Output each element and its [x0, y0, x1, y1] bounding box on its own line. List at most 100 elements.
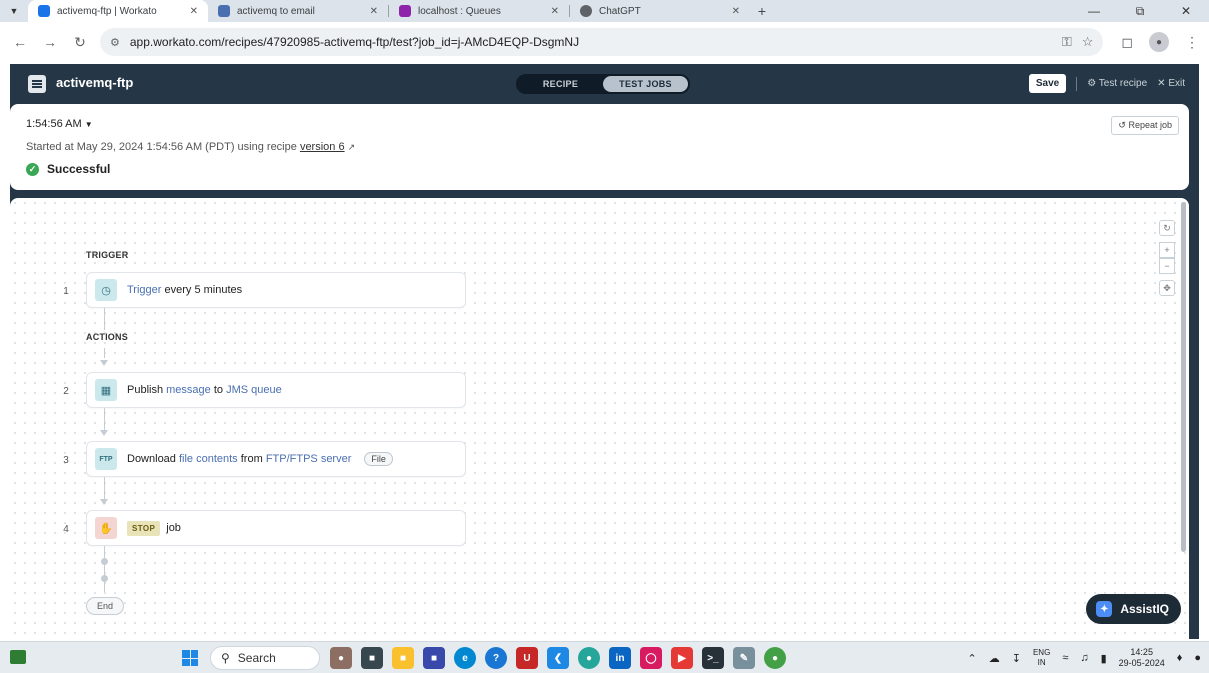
chevron-up-icon[interactable]: ⌃	[968, 652, 977, 665]
profile-avatar[interactable]: ●	[1149, 32, 1169, 52]
search-icon: ⚲	[221, 651, 230, 665]
notepad-icon[interactable]: ✎	[733, 647, 755, 669]
step-stop-job[interactable]: ✋ STOP job	[86, 510, 466, 546]
reset-view-icon[interactable]: ↻	[1159, 220, 1175, 236]
extensions-icon[interactable]: ◻	[1121, 34, 1133, 51]
zoom-out-icon[interactable]: −	[1159, 258, 1175, 274]
browser-menu-icon[interactable]: ⋮	[1185, 34, 1199, 51]
connector-line	[104, 477, 105, 499]
tab-localhost-queues[interactable]: localhost : Queues ✕	[389, 0, 569, 22]
step-publish-jms[interactable]: ▦ Publish message to JMS queue	[86, 372, 466, 408]
browser-tab-strip: ▼ activemq-ftp | Workato ✕ activemq to e…	[0, 0, 1209, 22]
address-bar[interactable]: ⚙ app.workato.com/recipes/47920985-activ…	[100, 28, 1104, 56]
help-icon[interactable]: ?	[485, 647, 507, 669]
tab-test-jobs[interactable]: TEST JOBS	[603, 76, 688, 92]
task-view-icon[interactable]: ■	[361, 647, 383, 669]
vscode-icon[interactable]: ❮	[547, 647, 569, 669]
save-button[interactable]: Save	[1028, 74, 1067, 93]
linkedin-icon[interactable]: in	[609, 647, 631, 669]
close-tab-icon[interactable]: ✕	[732, 6, 740, 17]
battery-icon[interactable]: ▮	[1101, 652, 1107, 665]
volume-icon[interactable]: ♫	[1080, 652, 1088, 664]
terminal-icon[interactable]: >_	[702, 647, 724, 669]
assistiq-button[interactable]: ✦ AssistIQ	[1086, 594, 1181, 624]
ftp-icon: FTP	[95, 448, 117, 470]
job-summary-card: 1:54:56 AM ▼ Started at May 29, 2024 1:5…	[10, 104, 1189, 190]
repeat-job-button[interactable]: ↺ Repeat job	[1111, 116, 1179, 135]
usb-icon[interactable]: ↧	[1012, 652, 1021, 665]
trigger-section-label: TRIGGER	[86, 250, 129, 260]
new-tab-icon[interactable]: +	[750, 0, 774, 22]
step-text: Download file contents from FTP/FTPS ser…	[127, 453, 352, 465]
file-datatype-pill: File	[364, 452, 393, 466]
test-recipe-button[interactable]: ⚙ Test recipe	[1087, 78, 1147, 89]
reload-icon[interactable]: ↻	[70, 32, 90, 52]
exit-button[interactable]: ✕ Exit	[1157, 78, 1185, 89]
started-prefix: Started at May 29, 2024 1:54:56 AM (PDT)…	[26, 141, 297, 153]
step-number: 4	[63, 524, 69, 535]
youtube-icon[interactable]: ▶	[671, 647, 693, 669]
tab-activemq-email[interactable]: activemq to email ✕	[208, 0, 388, 22]
copilot-tray-icon[interactable]: ●	[1194, 652, 1201, 664]
job-time-selector[interactable]: 1:54:56 AM ▼	[26, 118, 93, 130]
bookmark-star-icon[interactable]: ☆	[1082, 34, 1094, 50]
close-icon: ✕	[1157, 78, 1166, 89]
password-key-icon[interactable]: ⚿	[1062, 34, 1072, 50]
clock[interactable]: 14:25 29-05-2024	[1119, 647, 1165, 669]
external-link-icon[interactable]: ↗	[348, 142, 356, 152]
exit-label: Exit	[1168, 78, 1185, 89]
otter-app-icon[interactable]: ●	[330, 647, 352, 669]
minimize-icon[interactable]: —	[1071, 0, 1117, 22]
window-controls: — ⧉ ✕	[1071, 0, 1209, 22]
workato-favicon-icon	[218, 5, 230, 17]
forward-arrow-icon[interactable]: →	[40, 32, 60, 52]
instagram-icon[interactable]: ◯	[640, 647, 662, 669]
step-trigger[interactable]: ◷ Trigger every 5 minutes	[86, 272, 466, 308]
copilot-icon[interactable]: ●	[578, 647, 600, 669]
file-explorer-icon[interactable]: ■	[392, 647, 414, 669]
tab-title: activemq to email	[237, 5, 315, 17]
connector-line	[104, 308, 105, 330]
sparkle-icon: ✦	[1096, 601, 1113, 617]
chrome-icon[interactable]: ●	[764, 647, 786, 669]
wifi-icon[interactable]: ≈	[1062, 652, 1068, 664]
close-tab-icon[interactable]: ✕	[370, 6, 378, 17]
language-indicator[interactable]: ENG IN	[1033, 648, 1050, 668]
url-text[interactable]: app.workato.com/recipes/47920985-activem…	[130, 35, 1052, 49]
restore-icon[interactable]: ⧉	[1117, 0, 1163, 22]
connector-line	[104, 546, 105, 592]
close-tab-icon[interactable]: ✕	[551, 6, 559, 17]
edge-icon[interactable]: e	[454, 647, 476, 669]
assistiq-label: AssistIQ	[1120, 602, 1169, 616]
back-arrow-icon[interactable]: ←	[10, 32, 30, 52]
store-icon[interactable]: ■	[423, 647, 445, 669]
tab-chatgpt[interactable]: ChatGPT ✕	[570, 0, 750, 22]
workato-favicon-icon	[38, 5, 50, 17]
step-text: Publish message to JMS queue	[127, 384, 282, 396]
canvas-scrollbar[interactable]	[1181, 202, 1186, 552]
tab-title: activemq-ftp | Workato	[57, 5, 157, 17]
cloud-icon[interactable]: ☁	[989, 652, 1000, 665]
chatgpt-favicon-icon	[580, 5, 592, 17]
widgets-icon[interactable]	[10, 650, 26, 664]
mcafee-icon[interactable]: U	[516, 647, 538, 669]
browser-toolbar: ← → ↻ ⚙ app.workato.com/recipes/47920985…	[0, 22, 1209, 62]
recipe-canvas[interactable]: ↻ + − ✥ TRIGGER 1 ◷ Trigger every 5 minu…	[10, 198, 1189, 639]
activemq-favicon-icon	[399, 5, 411, 17]
tab-recipe[interactable]: RECIPE	[518, 76, 603, 92]
fit-to-screen-icon[interactable]: ✥	[1159, 280, 1175, 296]
stop-hand-icon: ✋	[95, 517, 117, 539]
tab-search-chevron-icon[interactable]: ▼	[0, 0, 28, 22]
recipe-version-link[interactable]: version 6	[300, 141, 345, 153]
step-download-ftp[interactable]: FTP Download file contents from FTP/FTPS…	[86, 441, 466, 477]
step-text: Trigger every 5 minutes	[127, 284, 243, 296]
tab-workato[interactable]: activemq-ftp | Workato ✕	[28, 0, 208, 22]
windows-start-icon[interactable]	[182, 650, 198, 666]
step-number: 1	[63, 286, 69, 297]
zoom-in-icon[interactable]: +	[1159, 242, 1175, 258]
close-window-icon[interactable]: ✕	[1163, 0, 1209, 22]
taskbar-search[interactable]: ⚲ Search	[210, 646, 320, 670]
close-tab-icon[interactable]: ✕	[190, 6, 198, 17]
site-info-icon[interactable]: ⚙	[110, 36, 120, 49]
notification-bell-icon[interactable]: ♦	[1177, 652, 1183, 664]
